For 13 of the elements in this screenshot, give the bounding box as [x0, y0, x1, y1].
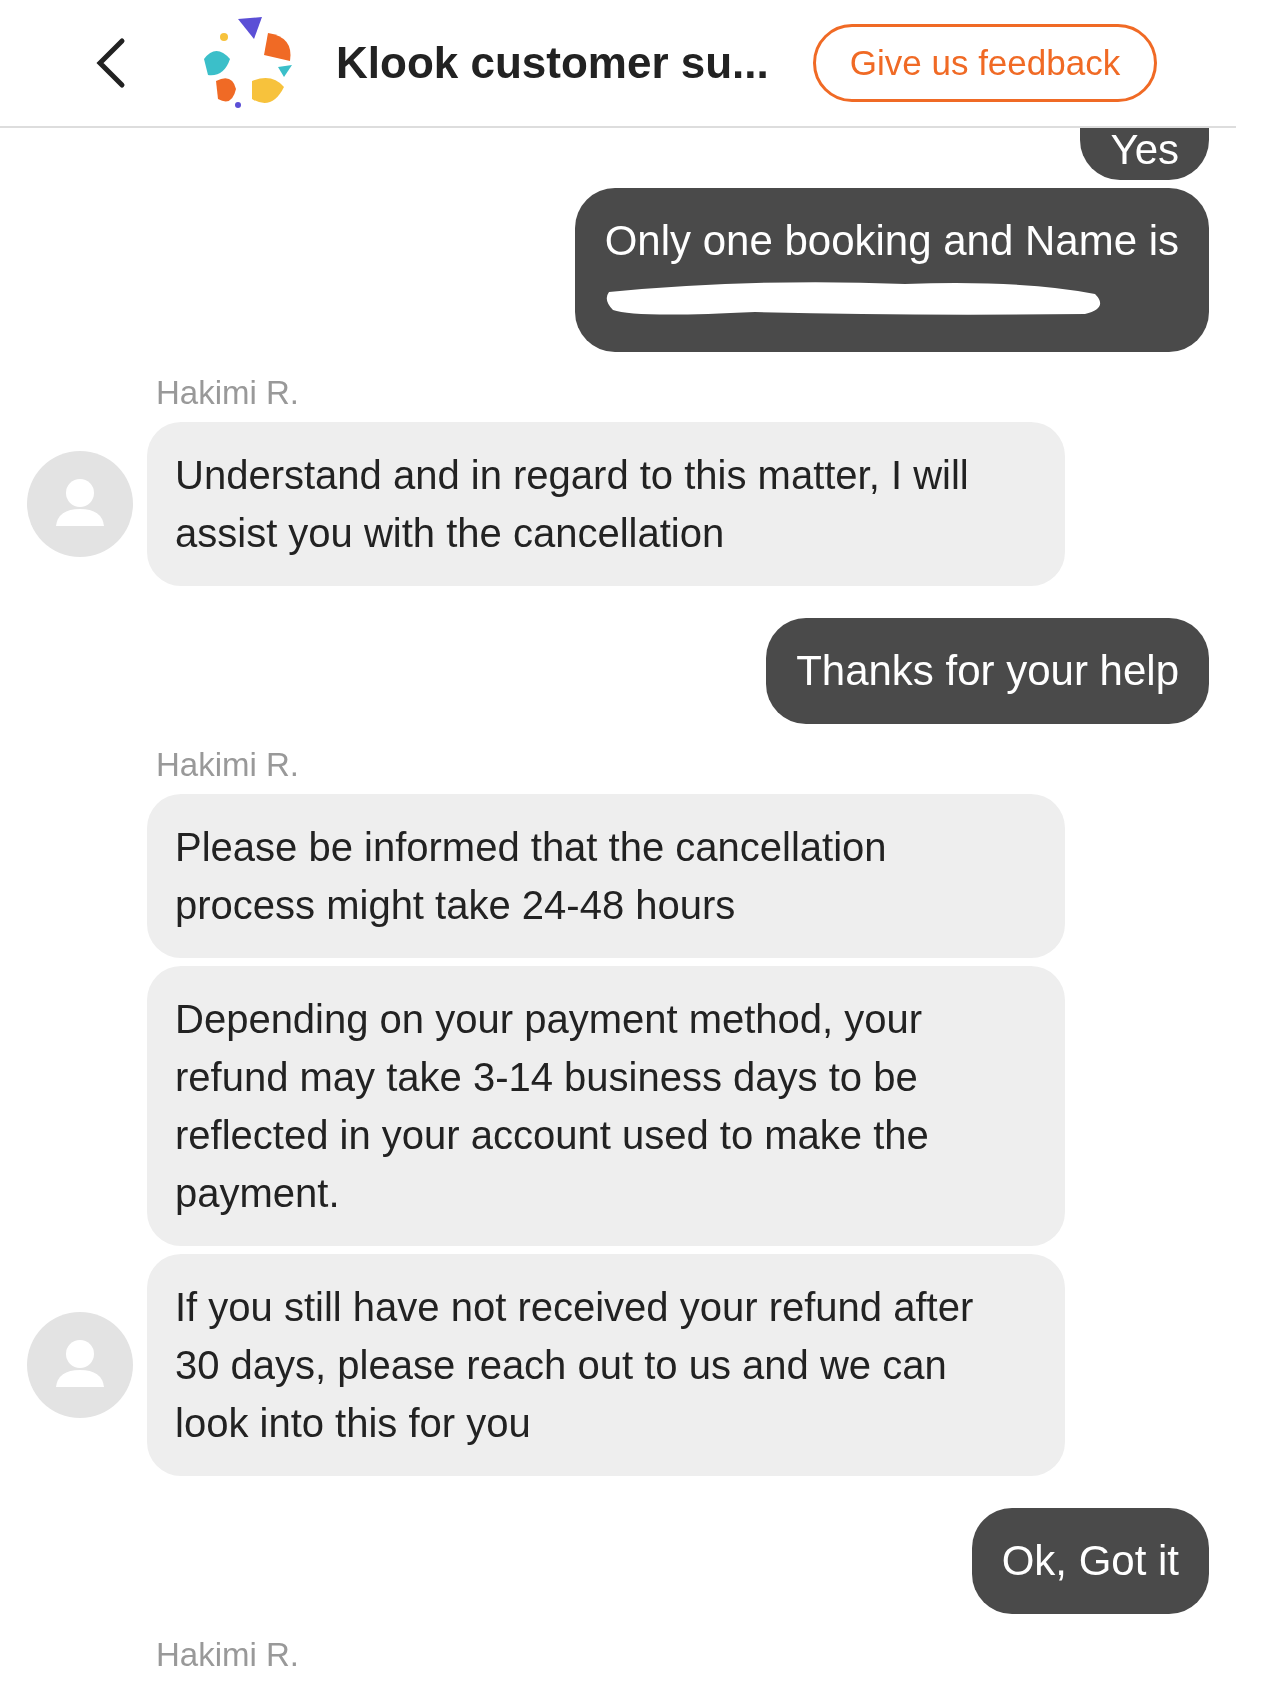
message-bubble: Thanks for your help	[766, 618, 1209, 724]
sender-name: Hakimi R.	[156, 1638, 299, 1672]
message-bubble: Yes	[1080, 128, 1209, 180]
sender-name: Hakimi R.	[156, 748, 299, 782]
sender-name: Hakimi R.	[156, 376, 299, 410]
message-bubble: Depending on your payment method, your refund may take 3-14 business days to be reflected in your account used to make the payment.	[147, 966, 1065, 1246]
message-text: Only one booking and Name is	[604, 216, 1179, 266]
chat-title: Klook customer su...	[336, 38, 769, 88]
message-bubble: Please be informed that the cancellation process might take 24-48 hours	[147, 794, 1065, 958]
feedback-button[interactable]: Give us feedback	[812, 24, 1158, 102]
message-bubble: Ok, Got it	[971, 1508, 1209, 1614]
message-bubble: If you still have not received your refund after 30 days, please reach out to us and we can look into this for you	[147, 1254, 1065, 1476]
message-bubble: Understand and in regard to this matter, I will assist you with the cancellation	[147, 422, 1065, 586]
